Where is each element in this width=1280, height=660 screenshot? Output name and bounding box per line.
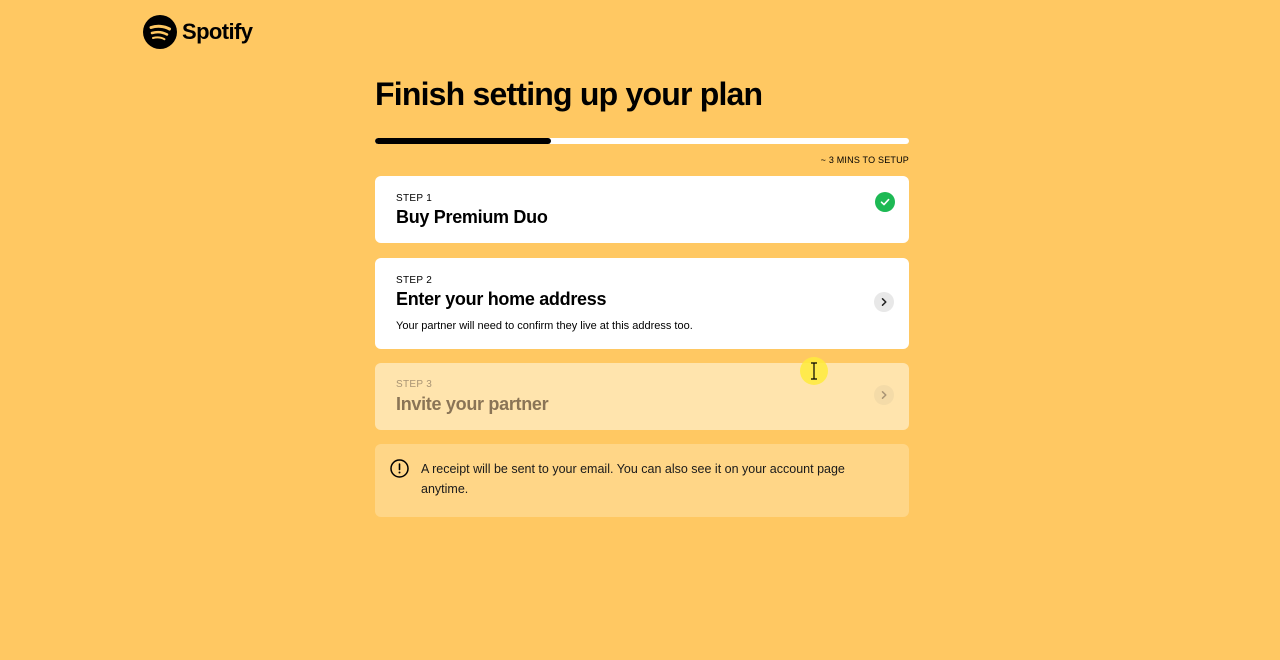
setup-progress-bar [375, 138, 909, 144]
step-title: Invite your partner [396, 394, 549, 414]
notice-text: A receipt will be sent to your email. Yo… [421, 462, 845, 496]
step-label: STEP 2 [396, 275, 433, 286]
step-description: Your partner will need to confirm they l… [396, 320, 693, 332]
receipt-notice: A receipt will be sent to your email. Yo… [375, 444, 909, 517]
page-title: Finish setting up your plan [375, 76, 763, 112]
brand-name: Spotify [182, 19, 253, 44]
exclamation-circle-icon [390, 459, 409, 478]
step-card-buy-premium: STEP 1 Buy Premium Duo [375, 176, 909, 243]
text-cursor-icon [811, 362, 817, 380]
spotify-logo[interactable]: Spotify [143, 15, 253, 49]
check-circle-icon [875, 192, 895, 212]
setup-time-estimate: ~ 3 MINS TO SETUP [820, 155, 909, 165]
spotify-logo-icon [143, 15, 177, 49]
chevron-right-icon[interactable] [874, 292, 894, 312]
chevron-right-icon [874, 385, 894, 405]
step-title: Buy Premium Duo [396, 207, 548, 227]
step-title: Enter your home address [396, 289, 607, 309]
step-card-home-address[interactable]: STEP 2 Enter your home address Your part… [375, 258, 909, 349]
step-label: STEP 3 [396, 379, 433, 390]
step-card-invite-partner: STEP 3 Invite your partner [375, 363, 909, 430]
progress-fill [375, 138, 552, 144]
step-label: STEP 1 [396, 193, 433, 204]
